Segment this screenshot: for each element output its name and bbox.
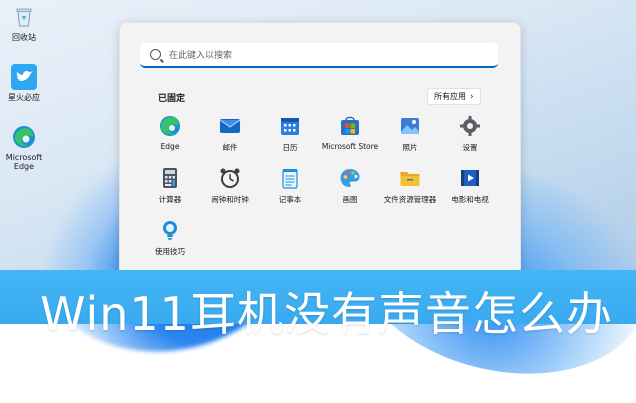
pinned-app-paint[interactable]: 画图 [320, 167, 380, 205]
edge-icon [159, 115, 181, 137]
search-placeholder: 在此键入以搜索 [169, 51, 233, 61]
pinned-app-edge[interactable]: Edge [140, 115, 200, 151]
pinned-section-title: 已固定 [158, 94, 186, 104]
banner-title: Win11耳机没有声音怎么办 [40, 287, 613, 341]
notepad-icon [279, 167, 301, 189]
app-label: 设置 [462, 143, 478, 152]
app-label: Edge [160, 142, 180, 151]
desktop-icon-recycle-bin[interactable]: 回收站 [4, 4, 44, 42]
pinned-app-mail[interactable]: 邮件 [200, 115, 260, 153]
all-apps-button[interactable]: 所有应用 › [427, 88, 481, 105]
pinned-app-calendar[interactable]: 日历 [260, 115, 320, 153]
pinned-app-file-explorer[interactable]: 文件资源管理器 [380, 167, 440, 205]
desktop-icon-edge[interactable]: Microsoft Edge [4, 124, 44, 171]
photos-icon [399, 115, 421, 137]
desktop-icon-bird-app[interactable]: 星火必应 [4, 64, 44, 102]
pinned-app-movies-tv[interactable]: 电影和电视 [440, 167, 500, 205]
paint-icon [339, 167, 361, 189]
clock-icon [219, 167, 241, 189]
pinned-app-microsoft-store[interactable]: Microsoft Store [320, 115, 380, 151]
desktop-icon-label: 星火必应 [8, 93, 40, 102]
desktop-icon-label: Microsoft Edge [5, 153, 43, 171]
recycle-bin-icon [11, 4, 37, 30]
search-icon [150, 49, 161, 60]
app-label: 邮件 [222, 143, 238, 152]
calendar-icon [279, 115, 301, 137]
calculator-icon [159, 167, 181, 189]
app-label: 电影和电视 [451, 195, 489, 204]
tips-icon [159, 219, 181, 241]
app-label: 文件资源管理器 [383, 195, 437, 204]
chevron-right-icon: › [470, 91, 474, 102]
app-label: 闹钟和时钟 [211, 195, 249, 204]
mail-icon [219, 115, 241, 137]
pinned-app-calculator[interactable]: 计算器 [140, 167, 200, 205]
app-label: 日历 [282, 143, 298, 152]
app-label: 记事本 [278, 195, 302, 204]
desktop-icon-label: 回收站 [12, 33, 36, 42]
app-label: 画图 [342, 195, 358, 204]
folder-icon [399, 167, 421, 189]
gear-icon [459, 115, 481, 137]
app-label: 计算器 [158, 195, 182, 204]
bird-app-icon [11, 64, 37, 90]
pinned-app-photos[interactable]: 照片 [380, 115, 440, 153]
all-apps-label: 所有应用 [434, 92, 466, 101]
edge-icon [11, 124, 37, 150]
pinned-app-notepad[interactable]: 记事本 [260, 167, 320, 205]
movies-icon [459, 167, 481, 189]
app-label: Microsoft Store [321, 142, 379, 151]
pinned-app-tips[interactable]: 使用技巧 [140, 219, 200, 257]
pinned-app-clock[interactable]: 闹钟和时钟 [200, 167, 260, 205]
store-icon [339, 115, 361, 137]
app-label: 照片 [402, 143, 418, 152]
search-input[interactable]: 在此键入以搜索 [140, 43, 498, 68]
start-menu: 在此键入以搜索 已固定 所有应用 › Edge 邮件 日历 Microsoft … [119, 22, 521, 284]
pinned-app-settings[interactable]: 设置 [440, 115, 500, 153]
app-label: 使用技巧 [155, 247, 185, 256]
